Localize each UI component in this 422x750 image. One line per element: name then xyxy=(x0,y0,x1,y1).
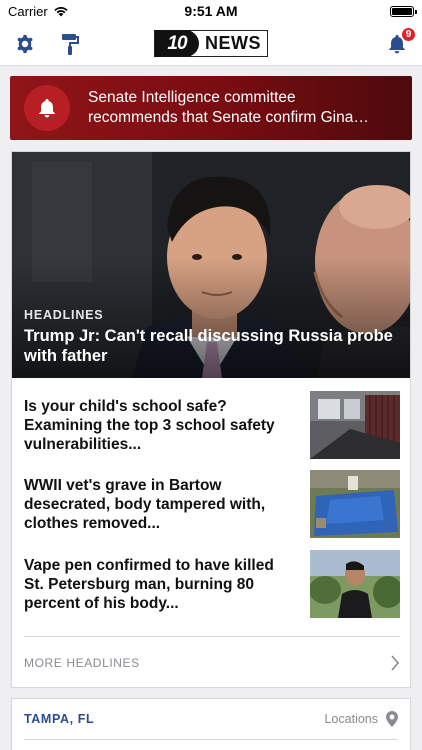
nav-bar: 10 NEWS 9 xyxy=(0,22,422,66)
more-headlines-link[interactable]: MORE HEADLINES xyxy=(24,636,400,688)
battery-icon xyxy=(389,5,417,17)
breaking-alert-banner[interactable]: Senate Intelligence committee recommends… xyxy=(10,76,412,140)
alert-text: Senate Intelligence committee recommends… xyxy=(88,89,354,126)
hero-story[interactable]: HEADLINES Trump Jr: Can't recall discuss… xyxy=(12,152,410,378)
story-title: Is your child's school safe? Examining t… xyxy=(24,398,275,453)
gear-icon xyxy=(17,34,33,53)
more-headlines-label: MORE HEADLINES xyxy=(24,655,140,670)
locations-link-label: Locations xyxy=(324,712,378,726)
location-divider xyxy=(24,739,398,740)
map-pin-icon xyxy=(386,711,398,727)
carrier-label: Carrier xyxy=(8,3,48,19)
status-left: Carrier xyxy=(8,4,128,19)
theme-button[interactable] xyxy=(60,32,80,56)
notifications-button[interactable]: 9 xyxy=(386,26,416,55)
logo-number: 10 xyxy=(167,32,187,54)
story-title: Vape pen confirmed to have killed St. Pe… xyxy=(24,557,274,612)
story-title: WWII vet's grave in Bartow desecrated, b… xyxy=(24,477,266,532)
hero-section-label: HEADLINES xyxy=(24,308,104,322)
bell-icon xyxy=(38,98,56,118)
story-thumbnail xyxy=(310,470,400,538)
chevron-right-icon xyxy=(391,654,400,671)
location-row: TAMPA, FL Locations xyxy=(12,699,410,739)
locations-link[interactable]: Locations xyxy=(324,711,398,727)
story-item[interactable]: Is your child's school safe? Examining t… xyxy=(12,391,410,461)
paint-roller-icon xyxy=(62,33,79,55)
notification-badge: 9 xyxy=(401,26,416,42)
location-city: TAMPA, FL xyxy=(24,712,95,726)
story-thumbnail xyxy=(310,550,400,618)
story-item[interactable]: WWII vet's grave in Bartow desecrated, b… xyxy=(12,470,410,540)
alert-icon-circle xyxy=(24,85,70,131)
location-card: TAMPA, FL Locations xyxy=(11,698,411,750)
status-right xyxy=(294,5,417,17)
settings-button[interactable] xyxy=(14,33,36,55)
wifi-icon xyxy=(54,7,68,17)
story-item[interactable]: Vape pen confirmed to have killed St. Pe… xyxy=(12,550,410,620)
status-bar: Carrier 9:51 AM xyxy=(0,0,422,22)
nav-left xyxy=(14,32,104,56)
logo-mark: 10 xyxy=(155,30,199,57)
headlines-card: HEADLINES Trump Jr: Can't recall discuss… xyxy=(11,151,411,688)
story-thumbnail xyxy=(310,391,400,459)
hero-title: Trump Jr: Can't recall discussing Russia… xyxy=(24,327,393,365)
logo-text: NEWS xyxy=(205,33,261,53)
app-logo: 10 NEWS xyxy=(154,30,268,57)
status-time: 9:51 AM xyxy=(184,3,238,19)
nav-right: 9 xyxy=(318,26,416,55)
